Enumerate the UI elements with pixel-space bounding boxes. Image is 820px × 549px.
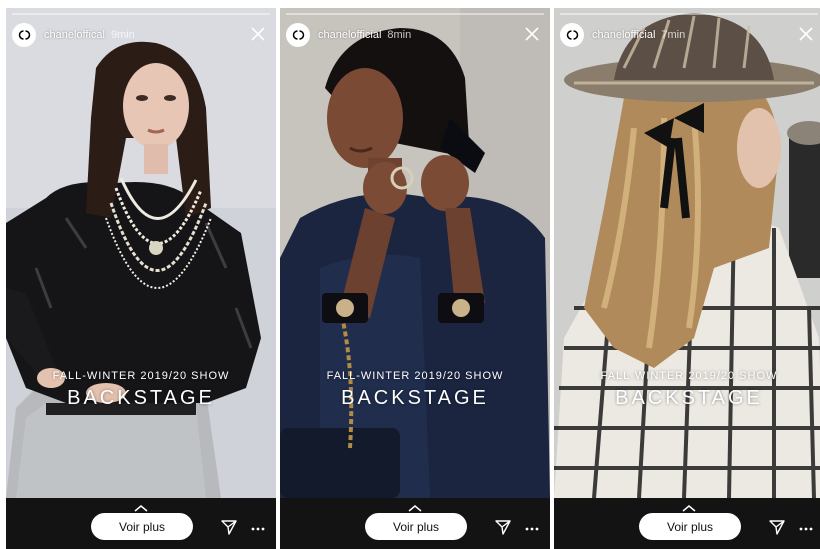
more-icon[interactable]: [797, 518, 815, 536]
chanel-logo-icon[interactable]: [560, 23, 584, 47]
story-timestamp: 8min: [387, 29, 412, 41]
story-caption: FALL-WINTER 2019/20 SHOW BACKSTAGE: [554, 370, 820, 410]
close-icon[interactable]: [522, 24, 542, 44]
caption-subtitle: FALL-WINTER 2019/20 SHOW: [52, 370, 230, 382]
caption-title: BACKSTAGE: [615, 387, 763, 409]
story-progress-bar: [286, 13, 544, 15]
chanel-logo-icon[interactable]: [12, 23, 36, 47]
more-icon[interactable]: [249, 518, 267, 536]
chevron-up-icon[interactable]: [407, 504, 423, 512]
caption-title: BACKSTAGE: [341, 387, 489, 409]
caption-subtitle: FALL-WINTER 2019/20 SHOW: [326, 370, 504, 382]
story-caption: FALL-WINTER 2019/20 SHOW BACKSTAGE: [280, 370, 550, 410]
send-icon[interactable]: [494, 518, 512, 536]
chevron-up-icon[interactable]: [133, 504, 149, 512]
voir-plus-button[interactable]: Voir plus: [91, 513, 193, 540]
story-timestamp: 9min: [110, 29, 135, 41]
story-card-3[interactable]: chanelofficial 7min FALL-WINTER 2019/20 …: [554, 8, 820, 549]
send-icon[interactable]: [220, 518, 238, 536]
chanel-logo-icon[interactable]: [286, 23, 310, 47]
story-timestamp: 7min: [661, 29, 686, 41]
story-card-1[interactable]: chaneloffical 9min FALL-WINTER 2019/20 S…: [6, 8, 276, 549]
story-card-2[interactable]: chanelofficial 8min FALL-WINTER 2019/20 …: [280, 8, 550, 549]
story-caption: FALL-WINTER 2019/20 SHOW BACKSTAGE: [6, 370, 276, 410]
close-icon[interactable]: [248, 24, 268, 44]
chevron-up-icon[interactable]: [681, 504, 697, 512]
story-header: chaneloffical 9min: [12, 22, 270, 48]
more-icon[interactable]: [523, 518, 541, 536]
story-username[interactable]: chanelofficial: [318, 29, 381, 41]
story-photo: [6, 8, 276, 498]
send-icon[interactable]: [768, 518, 786, 536]
close-icon[interactable]: [796, 24, 816, 44]
story-username[interactable]: chanelofficial: [592, 29, 655, 41]
voir-plus-button[interactable]: Voir plus: [639, 513, 741, 540]
voir-plus-button[interactable]: Voir plus: [365, 513, 467, 540]
story-header: chanelofficial 7min: [560, 22, 818, 48]
story-progress-bar: [560, 13, 818, 15]
story-photo: [280, 8, 550, 498]
story-username[interactable]: chaneloffical: [44, 29, 105, 41]
caption-subtitle: FALL-WINTER 2019/20 SHOW: [600, 370, 778, 382]
caption-title: BACKSTAGE: [67, 387, 215, 409]
story-header: chanelofficial 8min: [286, 22, 544, 48]
story-photo: [554, 8, 820, 498]
story-progress-bar: [12, 13, 270, 15]
